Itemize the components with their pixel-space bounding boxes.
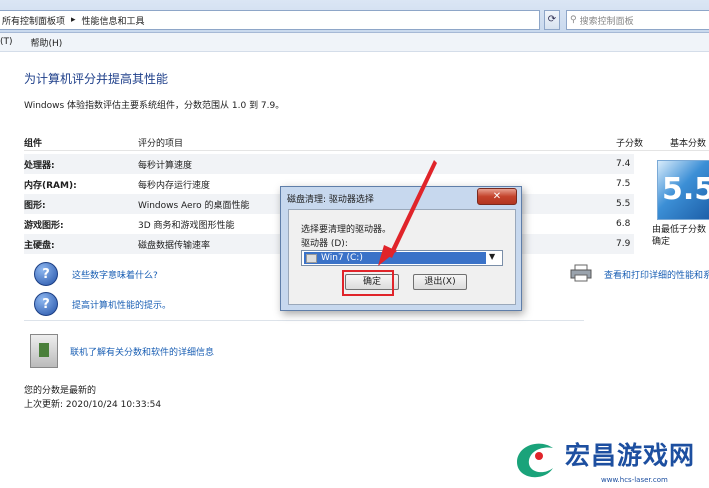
crumb-separator: ▸	[71, 15, 76, 25]
what-mean-link[interactable]: 这些数字意味着什么?	[72, 268, 158, 281]
row-component: 游戏图形:	[24, 220, 64, 231]
watermark-dragon-icon	[517, 443, 553, 478]
status-current: 您的分数是最新的	[24, 386, 97, 396]
dialog-prompt: 选择要清理的驱动器。	[301, 225, 392, 235]
drive-icon	[306, 253, 317, 263]
watermark-text: 宏昌游戏网	[565, 441, 696, 470]
base-score-caption: 由最低子分数确定	[652, 225, 707, 247]
watermark-logo: 宏昌游戏网 www.hcs-laser.com	[505, 426, 709, 488]
drive-selected-value: Win7 (C:)	[304, 252, 486, 264]
row-component: 内存(RAM):	[24, 180, 77, 191]
online-info-link[interactable]: 联机了解有关分数和软件的详细信息	[70, 345, 214, 358]
row-item: 磁盘数据传输速率	[138, 240, 211, 251]
search-input[interactable]: ⚲ 搜索控制面板	[566, 10, 709, 30]
refresh-icon[interactable]: ⟳	[544, 10, 560, 30]
header-base-score: 基本分数	[670, 138, 707, 149]
menu-tools[interactable]: (T)	[0, 37, 13, 47]
watermark-url: www.hcs-laser.com	[601, 476, 668, 484]
row-component: 图形:	[24, 200, 46, 211]
software-box-icon	[30, 334, 58, 368]
close-icon[interactable]: ✕	[477, 188, 517, 205]
drive-select[interactable]: Win7 (C:) ▼	[301, 250, 503, 266]
dialog-title-bar[interactable]: 磁盘清理: 驱动器选择 ✕	[281, 187, 521, 207]
menu-help[interactable]: 帮助(H)	[31, 36, 63, 49]
disk-cleanup-dialog: 磁盘清理: 驱动器选择 ✕ 选择要清理的驱动器。 驱动器 (D): Win7 (…	[280, 186, 522, 311]
exit-button[interactable]: 退出(X)	[413, 274, 467, 290]
row-subscore: 6.8	[616, 219, 631, 229]
search-icon: ⚲	[570, 15, 577, 25]
address-bar: 所有控制面板项 ▸ 性能信息和工具 ⟳ ⚲ 搜索控制面板	[0, 0, 709, 33]
crumb-performance[interactable]: 性能信息和工具	[82, 14, 145, 27]
row-item: 3D 商务和游戏图形性能	[138, 220, 235, 231]
row-item: 每秒内存运行速度	[138, 180, 211, 191]
header-rated-item: 评分的项目	[138, 138, 184, 149]
row-component: 主硬盘:	[24, 240, 55, 251]
menu-bar: (T) 帮助(H)	[0, 33, 709, 52]
row-component: 处理器:	[24, 160, 55, 171]
base-score-badge: 5.5	[657, 160, 709, 220]
tips-link-row[interactable]: ? 提高计算机性能的提示。	[34, 292, 171, 316]
row-subscore: 7.4	[616, 159, 631, 169]
row-subscore: 7.9	[616, 239, 631, 249]
crumb-control-panel[interactable]: 所有控制面板项	[2, 14, 65, 27]
page-description: Windows 体验指数评估主要系统组件，分数范围从 1.0 到 7.9。	[24, 101, 285, 111]
help-question-icon: ?	[34, 262, 58, 286]
row-item: Windows Aero 的桌面性能	[138, 200, 250, 211]
chevron-down-icon[interactable]: ▼	[489, 252, 495, 261]
drive-selected-text: Win7 (C:)	[321, 253, 363, 263]
print-details-link[interactable]: 查看和打印详细的性能和系统	[604, 268, 709, 281]
search-placeholder: 搜索控制面板	[579, 16, 634, 27]
base-score-panel: 5.5 由最低子分数确定	[632, 154, 709, 258]
status-last-update: 上次更新: 2020/10/24 10:33:54	[24, 400, 162, 410]
help-link-row[interactable]: ? 这些数字意味着什么?	[34, 262, 158, 286]
dialog-body: 选择要清理的驱动器。 驱动器 (D): Win7 (C:) ▼ 确定 退出(X)	[288, 209, 516, 305]
table-row: 处理器: 每秒计算速度 7.4	[24, 154, 634, 174]
page-title: 为计算机评分并提高其性能	[24, 72, 169, 86]
ok-highlight-box	[342, 270, 394, 296]
header-component: 组件	[24, 138, 43, 149]
header-subscore: 子分数	[616, 138, 644, 149]
row-subscore: 7.5	[616, 179, 631, 189]
row-subscore: 5.5	[616, 199, 631, 209]
help-question-icon: ?	[34, 292, 58, 316]
row-item: 每秒计算速度	[138, 160, 193, 171]
drives-label: 驱动器 (D):	[301, 239, 348, 249]
printer-icon	[570, 264, 592, 282]
table-header: 组件 评分的项目 子分数 基本分数	[24, 134, 709, 151]
tips-link[interactable]: 提高计算机性能的提示。	[72, 298, 171, 311]
breadcrumb[interactable]: 所有控制面板项 ▸ 性能信息和工具	[0, 10, 540, 30]
dialog-title: 磁盘清理: 驱动器选择	[287, 195, 374, 205]
divider	[24, 320, 584, 321]
